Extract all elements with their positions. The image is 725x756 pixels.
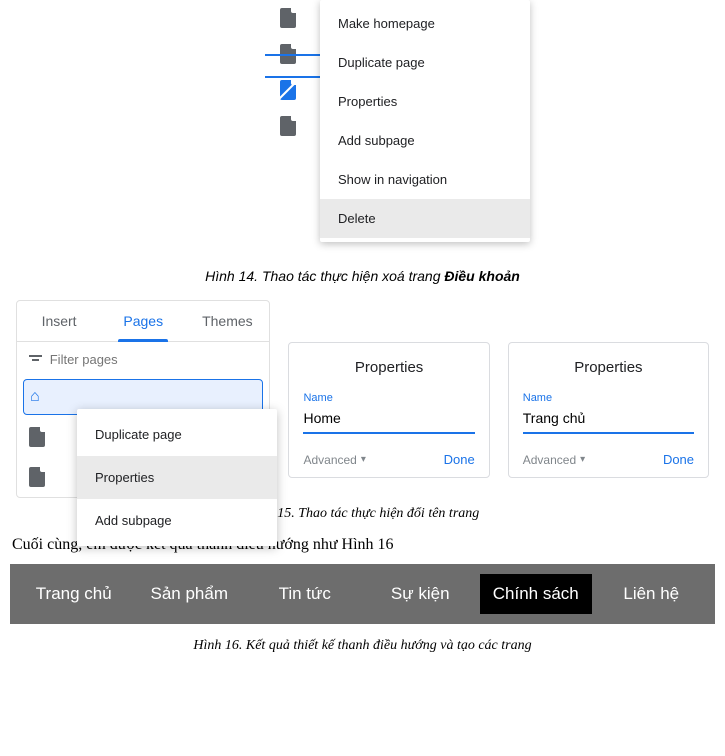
- nav-item-events[interactable]: Sự kiện: [365, 574, 477, 614]
- page-list-background: [280, 0, 296, 144]
- pages-panel: Insert Pages Themes ⌂ Duplicate page Pro…: [16, 300, 270, 498]
- page-item: [280, 36, 296, 72]
- properties-card-2: Properties Name Advanced Done: [508, 342, 709, 478]
- panel-tabs: Insert Pages Themes: [17, 301, 269, 342]
- menu-delete[interactable]: Delete: [320, 199, 530, 238]
- tab-pages[interactable]: Pages: [101, 301, 185, 341]
- filter-input[interactable]: [50, 352, 258, 367]
- context-menu: Make homepage Duplicate page Properties …: [320, 0, 530, 242]
- properties-title: Properties: [523, 359, 694, 376]
- properties-card-1: Properties Name Advanced Done: [288, 342, 489, 478]
- done-button[interactable]: Done: [444, 452, 475, 467]
- figure-16-caption: Hình 16. Kết quả thiết kế thanh điều hướ…: [10, 638, 715, 654]
- menu-make-homepage[interactable]: Make homepage: [320, 4, 530, 43]
- menu-properties[interactable]: Properties: [320, 82, 530, 121]
- nav-item-policy[interactable]: Chính sách: [480, 574, 592, 614]
- filter-row: [17, 342, 269, 377]
- nav-item-home[interactable]: Trang chủ: [18, 574, 130, 614]
- tab-insert[interactable]: Insert: [17, 301, 101, 341]
- figure-14-caption: Hình 14. Thao tác thực hiện xoá trang Đi…: [10, 268, 715, 286]
- page-submenu: Duplicate page Properties Add subpage: [77, 409, 277, 546]
- advanced-toggle[interactable]: Advanced: [303, 453, 365, 467]
- page-icon: [280, 44, 296, 64]
- properties-footer: Advanced Done: [303, 452, 474, 467]
- page-item-selected: [280, 72, 296, 108]
- nav-item-news[interactable]: Tin tức: [249, 574, 361, 614]
- nav-item-contact[interactable]: Liên hệ: [596, 574, 708, 614]
- caption-text: Hình 14. Thao tác thực hiện xoá trang: [205, 268, 444, 284]
- name-label: Name: [303, 392, 474, 404]
- name-input[interactable]: [303, 406, 474, 434]
- name-label: Name: [523, 392, 694, 404]
- submenu-properties[interactable]: Properties: [77, 456, 277, 499]
- figure-14: Make homepage Duplicate page Properties …: [10, 0, 715, 260]
- result-navbar: Trang chủ Sản phẩm Tin tức Sự kiện Chính…: [10, 564, 715, 624]
- filter-icon: [29, 355, 42, 365]
- menu-duplicate-page[interactable]: Duplicate page: [320, 43, 530, 82]
- caption-strong: Điều khoản: [444, 268, 519, 284]
- page-icon: [29, 427, 45, 447]
- menu-show-in-navigation[interactable]: Show in navigation: [320, 160, 530, 199]
- home-icon: ⌂: [30, 388, 40, 406]
- nav-item-products[interactable]: Sản phẩm: [134, 574, 246, 614]
- advanced-toggle[interactable]: Advanced: [523, 453, 585, 467]
- page-item: [280, 0, 296, 36]
- page-icon: [280, 8, 296, 28]
- submenu-add-subpage[interactable]: Add subpage: [77, 499, 277, 542]
- page-hidden-icon: [280, 80, 296, 100]
- tab-themes[interactable]: Themes: [185, 301, 269, 341]
- properties-footer: Advanced Done: [523, 452, 694, 467]
- figure-15: Insert Pages Themes ⌂ Duplicate page Pro…: [10, 300, 715, 498]
- menu-add-subpage[interactable]: Add subpage: [320, 121, 530, 160]
- done-button[interactable]: Done: [663, 452, 694, 467]
- page-item: [280, 108, 296, 144]
- page-icon: [280, 116, 296, 136]
- submenu-duplicate[interactable]: Duplicate page: [77, 413, 277, 456]
- properties-title: Properties: [303, 359, 474, 376]
- name-input[interactable]: [523, 406, 694, 434]
- page-icon: [29, 467, 45, 487]
